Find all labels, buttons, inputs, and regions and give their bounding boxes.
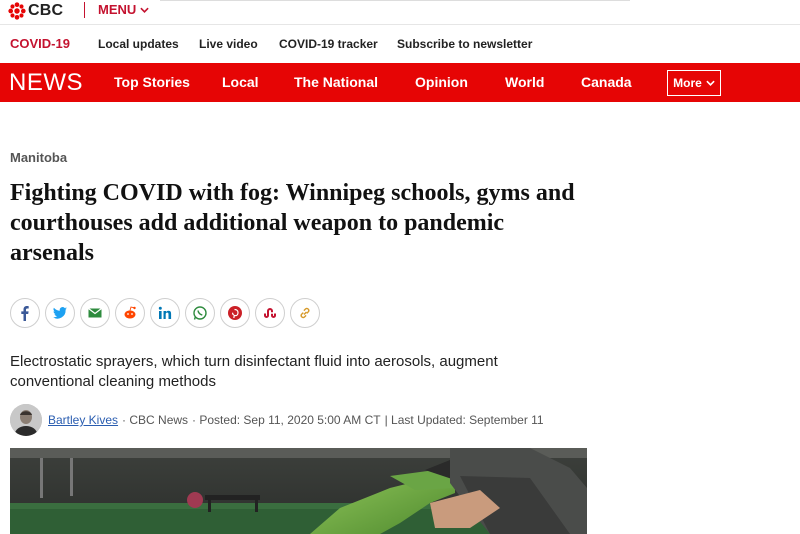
headline: Fighting COVID with fog: Winnipeg school…: [10, 180, 575, 266]
covid-link-local-updates[interactable]: Local updates: [98, 37, 179, 51]
chevron-down-icon: [706, 80, 715, 86]
covid-link-live-video[interactable]: Live video: [199, 37, 258, 51]
email-icon: [88, 308, 102, 318]
section-label[interactable]: Manitoba: [10, 150, 67, 165]
share-pinterest-button[interactable]: [220, 298, 250, 328]
nav-world[interactable]: World: [505, 74, 544, 90]
nav-canada[interactable]: Canada: [581, 74, 632, 90]
news-logo[interactable]: NEWS: [9, 69, 83, 97]
stumbleupon-icon: [264, 308, 276, 318]
menu-divider: [84, 2, 85, 18]
linkedin-icon: [158, 306, 172, 319]
byline: Bartley Kives · CBC News · Posted: Sep 1…: [10, 403, 544, 437]
cbc-gem-icon: [8, 2, 26, 20]
share-whatsapp-button[interactable]: [185, 298, 215, 328]
facebook-icon: [21, 306, 29, 321]
link-icon: [300, 307, 310, 319]
article-deck: Electrostatic sprayers, which turn disin…: [10, 353, 498, 390]
covid-link-newsletter[interactable]: Subscribe to newsletter: [397, 37, 532, 51]
more-label: More: [673, 76, 702, 90]
cbc-logo-text: CBC: [28, 2, 64, 19]
cbc-logo[interactable]: CBC: [8, 1, 63, 21]
menu-button[interactable]: MENU: [98, 2, 149, 17]
share-email-button[interactable]: [80, 298, 110, 328]
share-linkedin-button[interactable]: [150, 298, 180, 328]
byline-source: · CBC News: [122, 413, 189, 427]
twitter-icon: [53, 307, 67, 319]
author-avatar[interactable]: [10, 404, 42, 436]
nav-top-stories[interactable]: Top Stories: [114, 74, 190, 90]
chevron-down-icon: [140, 7, 149, 13]
share-stumbleupon-button[interactable]: [255, 298, 285, 328]
article-photo[interactable]: [10, 448, 587, 534]
byline-updated: | Last Updated: September 11: [384, 413, 544, 427]
share-link-button[interactable]: [290, 298, 320, 328]
covid-link-tracker[interactable]: COVID-19 tracker: [279, 37, 378, 51]
author-link[interactable]: Bartley Kives: [48, 413, 118, 427]
covid-bar: COVID-19 Local updates Live video COVID-…: [0, 24, 800, 62]
more-button[interactable]: More: [667, 70, 721, 96]
news-nav: NEWS Top Stories Local The National Opin…: [0, 63, 800, 102]
share-reddit-button[interactable]: [115, 298, 145, 328]
reddit-icon: [124, 306, 136, 319]
share-facebook-button[interactable]: [10, 298, 40, 328]
top-bar: CBC MENU: [0, 0, 800, 24]
nav-the-national[interactable]: The National: [294, 74, 378, 90]
pinterest-icon: [228, 306, 242, 320]
nav-local[interactable]: Local: [222, 74, 259, 90]
menu-label: MENU: [98, 2, 137, 17]
share-twitter-button[interactable]: [45, 298, 75, 328]
top-divider: [160, 0, 630, 1]
share-bar: [10, 298, 320, 328]
covid-label[interactable]: COVID-19: [10, 36, 70, 51]
byline-posted: · Posted: Sep 11, 2020 5:00 AM CT: [192, 413, 381, 427]
whatsapp-icon: [193, 306, 207, 320]
nav-opinion[interactable]: Opinion: [415, 74, 468, 90]
